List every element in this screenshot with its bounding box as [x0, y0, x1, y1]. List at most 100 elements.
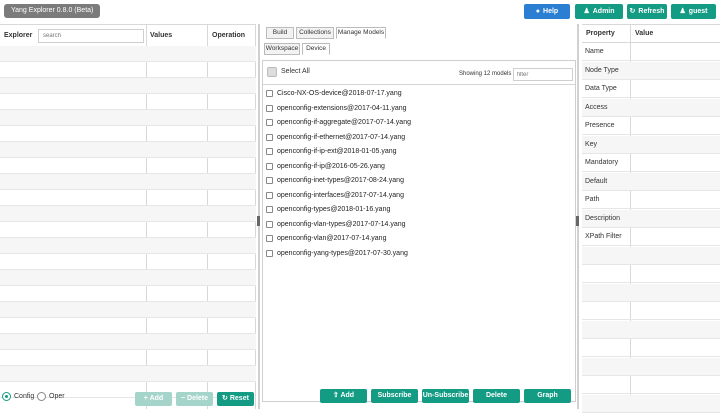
table-row[interactable] [0, 366, 256, 382]
help-button[interactable]: ● Help [524, 4, 570, 19]
model-checkbox[interactable] [266, 133, 273, 141]
list-item[interactable]: openconfig-if-ethernet@2017-07-14.yang [263, 131, 575, 145]
table-row[interactable] [0, 206, 256, 222]
model-checkbox[interactable] [266, 235, 273, 242]
model-checkbox[interactable] [266, 148, 273, 155]
table-row[interactable] [0, 238, 256, 254]
value-column-header: Value [635, 30, 654, 37]
table-row[interactable] [0, 190, 256, 206]
delete-node-label: Delete [187, 395, 209, 402]
table-row[interactable] [0, 62, 256, 78]
list-item[interactable]: openconfig-interfaces@2017-07-14.yang [263, 189, 575, 203]
model-list-box: Select All Showing 12 models Cisco-NX-OS… [262, 60, 576, 402]
add-model-button[interactable]: ⇧ Add [320, 389, 367, 403]
table-row[interactable] [0, 158, 256, 174]
operation-column-header: Operation [212, 32, 246, 39]
search-input[interactable] [38, 29, 144, 43]
model-name: openconfig-if-ip-ext@2018-01-05.yang [277, 148, 397, 155]
select-all-bar: Select All Showing 12 models [263, 61, 575, 85]
refresh-icon: ↻ [222, 395, 230, 402]
list-item[interactable]: openconfig-inet-types@2017-08-24.yang [263, 174, 575, 188]
values-column-header: Values [150, 32, 173, 39]
table-row[interactable] [0, 46, 256, 62]
splitter-grip[interactable] [576, 216, 579, 226]
property-label: Key [585, 140, 598, 148]
model-checkbox[interactable] [266, 162, 273, 170]
property-label: Mandatory [585, 159, 619, 166]
model-name: openconfig-vlan@2017-07-14.yang [277, 235, 387, 242]
list-item[interactable]: openconfig-vlan@2017-07-14.yang [263, 232, 575, 246]
models-count-text: Showing 12 models [459, 71, 512, 77]
table-row[interactable] [0, 270, 256, 286]
model-checkbox[interactable] [266, 119, 273, 126]
table-row[interactable] [0, 94, 256, 110]
refresh-label: Refresh [638, 8, 665, 15]
delete-model-button[interactable]: Delete [473, 389, 520, 403]
model-checkbox[interactable] [266, 206, 273, 213]
admin-label: Admin [592, 8, 615, 15]
tab-device[interactable]: Device [302, 43, 330, 55]
table-row[interactable] [0, 286, 256, 302]
property-row [582, 376, 720, 394]
add-node-button[interactable]: + Add [135, 392, 172, 406]
table-row[interactable] [0, 334, 256, 350]
graph-button[interactable]: Graph [524, 389, 571, 403]
table-row[interactable] [0, 126, 256, 142]
list-item[interactable]: openconfig-if-ip@2016-05-26.yang [263, 160, 575, 174]
property-label: Data Type [585, 85, 617, 92]
explorer-panel: Explorer Values Operation [0, 24, 256, 409]
select-all-checkbox[interactable] [267, 67, 277, 77]
property-row: Access [582, 98, 720, 117]
tab-collections[interactable]: Collections [296, 27, 334, 39]
property-label: Default [585, 177, 608, 185]
subscribe-button[interactable]: Subscribe [371, 389, 418, 403]
refresh-button[interactable]: ↻ Refresh [627, 4, 667, 19]
list-item[interactable]: openconfig-vlan-types@2017-07-14.yang [263, 218, 575, 232]
model-checkbox[interactable] [266, 104, 273, 112]
list-item[interactable]: openconfig-yang-types@2017-07-30.yang [263, 247, 575, 261]
delete-node-button[interactable]: − Delete [176, 392, 213, 406]
table-row[interactable] [0, 254, 256, 270]
reset-button[interactable]: ↻ Reset [217, 392, 254, 406]
list-item[interactable]: openconfig-types@2018-01-16.yang [263, 203, 575, 217]
reset-label: Reset [229, 395, 249, 402]
add-node-label: Add [149, 395, 164, 402]
model-checkbox[interactable] [266, 191, 273, 199]
property-label: Name [585, 48, 604, 55]
table-row[interactable] [0, 174, 256, 190]
tab-workspace[interactable]: Workspace [264, 43, 300, 55]
property-row [582, 302, 720, 320]
list-item[interactable]: openconfig-if-aggregate@2017-07-14.yang [263, 116, 575, 130]
property-row [582, 394, 720, 413]
tab-build[interactable]: Build [266, 27, 294, 39]
table-row[interactable] [0, 318, 256, 334]
config-radio[interactable] [2, 392, 11, 401]
model-checkbox[interactable] [266, 90, 273, 97]
property-row: Node Type [582, 61, 720, 80]
models-panel: Build Collections Manage Models Workspac… [262, 24, 576, 409]
property-label: XPath Filter [585, 233, 622, 240]
table-row[interactable] [0, 78, 256, 94]
list-item[interactable]: Cisco-NX-OS-device@2018-07-17.yang [263, 87, 575, 101]
property-row [582, 339, 720, 357]
admin-button[interactable]: ♟ Admin [575, 4, 623, 19]
table-row[interactable] [0, 302, 256, 318]
oper-radio-label: Oper [49, 393, 65, 400]
oper-radio[interactable] [37, 392, 46, 401]
property-panel: Property Value Name Node Type Data Type Acc… [582, 24, 720, 413]
table-row[interactable] [0, 222, 256, 238]
model-checkbox[interactable] [266, 249, 273, 257]
unsubscribe-button[interactable]: Un-Subscribe [422, 389, 469, 403]
list-item[interactable]: openconfig-extensions@2017-04-11.yang [263, 102, 575, 116]
help-label: Help [543, 8, 559, 15]
table-row[interactable] [0, 142, 256, 158]
table-row[interactable] [0, 350, 256, 366]
list-item[interactable]: openconfig-if-ip-ext@2018-01-05.yang [263, 145, 575, 159]
splitter-grip[interactable] [257, 216, 260, 226]
filter-input[interactable] [513, 68, 573, 81]
tab-manage-models[interactable]: Manage Models [336, 27, 386, 39]
user-button[interactable]: ♟ guest [671, 4, 716, 19]
model-checkbox[interactable] [266, 220, 273, 228]
table-row[interactable] [0, 110, 256, 126]
model-checkbox[interactable] [266, 177, 273, 184]
